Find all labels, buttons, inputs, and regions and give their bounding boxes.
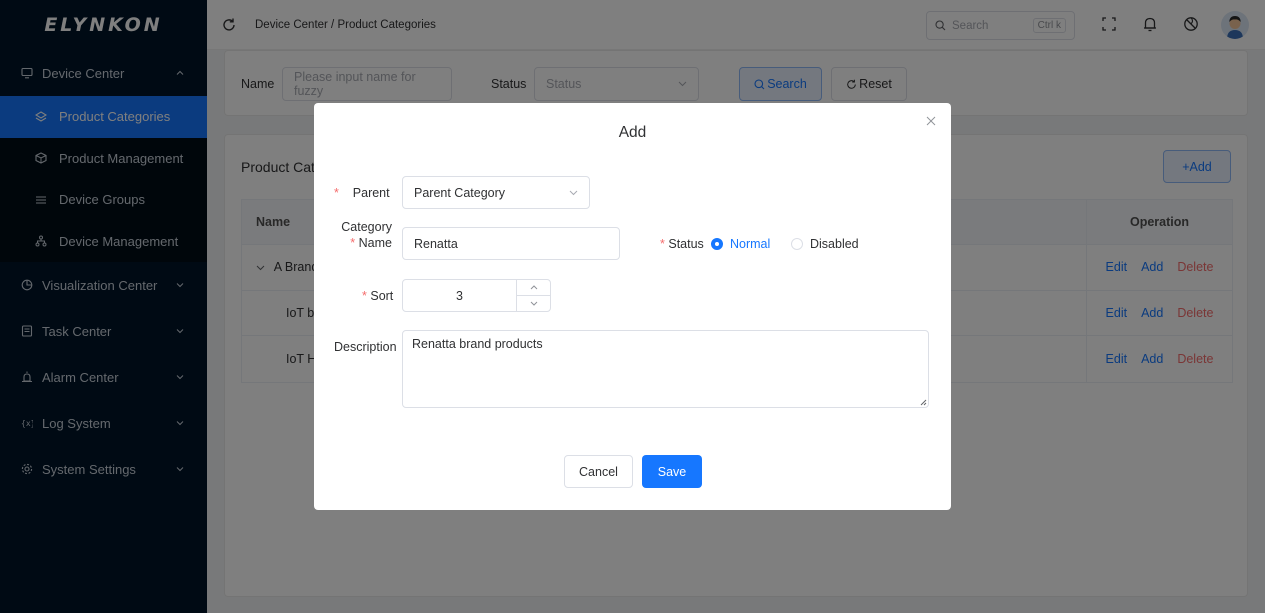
cancel-button[interactable]: Cancel — [564, 455, 633, 488]
save-button[interactable]: Save — [642, 455, 702, 488]
category-name-label: Category * Name — [340, 219, 392, 251]
parent-select-value: Parent Category — [414, 185, 506, 200]
category-label-line2: Name — [358, 236, 392, 250]
category-name-value: Renatta — [414, 236, 458, 251]
required-mark: * — [334, 186, 339, 200]
stepper-controls — [516, 280, 550, 311]
required-mark: * — [660, 237, 665, 251]
chevron-down-icon — [569, 190, 578, 196]
sort-value: 3 — [456, 288, 463, 303]
radio-label: Normal — [730, 237, 771, 251]
parent-label-text: Parent — [352, 186, 390, 200]
required-mark: * — [350, 236, 356, 250]
parent-label: * Parent — [334, 186, 390, 200]
category-name-input[interactable]: Renatta — [402, 227, 620, 260]
description-label: Description — [334, 340, 397, 354]
increment-button[interactable] — [517, 280, 550, 296]
status-radio-disabled[interactable]: Disabled — [791, 237, 859, 251]
close-icon[interactable] — [925, 115, 937, 127]
decrement-button[interactable] — [517, 296, 550, 311]
add-category-dialog: Add * Parent Parent Category Category * … — [314, 103, 951, 510]
parent-select[interactable]: Parent Category — [402, 176, 590, 209]
status-label: * Status — [660, 237, 704, 251]
resize-handle-icon[interactable] — [920, 399, 927, 406]
radio-dot — [791, 238, 803, 250]
sort-stepper[interactable]: 3 — [402, 279, 551, 312]
radio-label: Disabled — [810, 237, 859, 251]
dialog-title: Add — [618, 124, 647, 141]
category-label-line1: Category — [341, 220, 392, 234]
required-mark: * — [362, 289, 367, 303]
sort-label: * Sort — [362, 289, 393, 303]
status-label-text: Status — [668, 237, 704, 251]
status-radio-normal[interactable]: Normal — [711, 237, 770, 251]
description-textarea[interactable]: Renatta brand products — [402, 330, 929, 408]
sort-label-text: Sort — [370, 289, 394, 303]
radio-dot — [711, 238, 723, 250]
description-value: Renatta brand products — [412, 337, 543, 351]
